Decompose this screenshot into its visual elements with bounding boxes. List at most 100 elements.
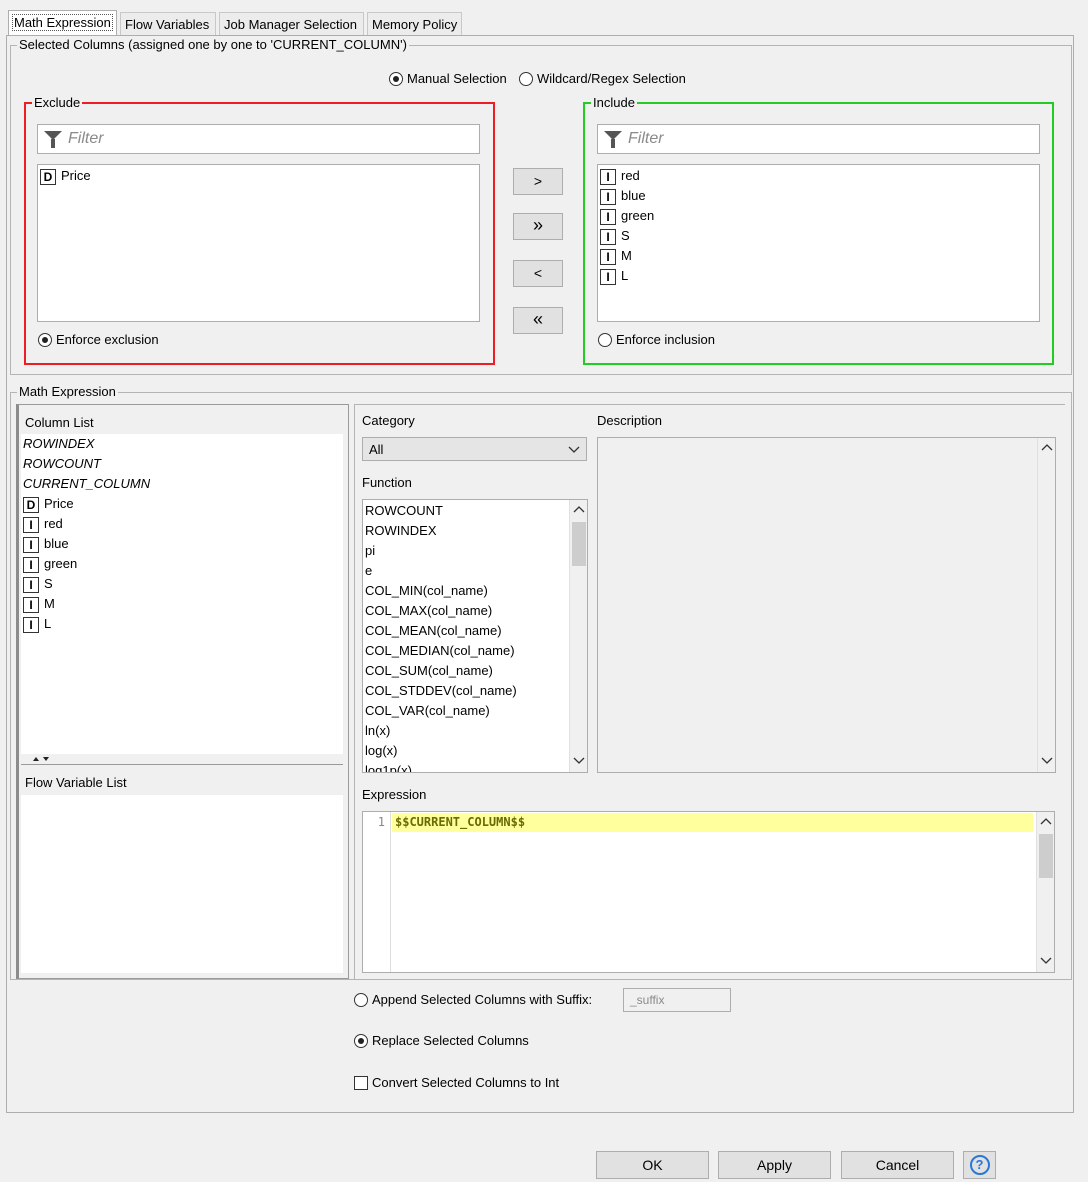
replace-columns-label: Replace Selected Columns (372, 1033, 529, 1048)
integer-type-icon: I (600, 248, 616, 265)
move-all-left-button[interactable]: « (513, 307, 563, 334)
exclude-filter-input[interactable]: Filter (37, 124, 480, 154)
tab-memory-policy[interactable]: Memory Policy (367, 12, 462, 35)
list-item[interactable]: D Price (38, 166, 479, 186)
function-item[interactable]: COL_STDDEV(col_name) (363, 681, 567, 701)
expression-editor[interactable]: 1 $$CURRENT_COLUMN$$ (362, 811, 1055, 973)
list-item[interactable]: Igreen (598, 206, 1039, 226)
function-item[interactable]: e (363, 561, 567, 581)
function-item[interactable]: ROWCOUNT (363, 501, 567, 521)
list-item-label: L (621, 268, 629, 283)
column-list[interactable]: ROWINDEX ROWCOUNT CURRENT_COLUMN D Price … (21, 434, 343, 754)
enforce-exclusion-radio[interactable]: Enforce exclusion (38, 332, 159, 347)
category-value: All (369, 442, 384, 457)
list-item-label: M (621, 248, 632, 263)
line-number: 1 (377, 815, 385, 829)
expression-line[interactable]: $$CURRENT_COLUMN$$ (392, 813, 1033, 832)
radio-indicator (38, 333, 52, 347)
scroll-up-icon[interactable] (570, 504, 587, 516)
replace-columns-radio[interactable]: Replace Selected Columns (354, 1033, 529, 1048)
function-item[interactable]: COL_MAX(col_name) (363, 601, 567, 621)
list-item[interactable]: Ired (598, 166, 1039, 186)
list-item[interactable]: IL (21, 614, 343, 634)
function-item[interactable]: log(x) (363, 741, 567, 761)
list-item[interactable]: IL (598, 266, 1039, 286)
function-items: ROWCOUNT ROWINDEX pi e COL_MIN(col_name)… (363, 501, 567, 772)
include-filter-input[interactable]: Filter (597, 124, 1040, 154)
move-all-right-button[interactable]: » (513, 213, 563, 240)
list-item[interactable]: ROWCOUNT (21, 454, 343, 474)
scroll-down-icon[interactable] (1037, 956, 1055, 968)
cancel-button[interactable]: Cancel (841, 1151, 954, 1179)
move-left-button[interactable]: < (513, 260, 563, 287)
exclude-filter-placeholder: Filter (68, 130, 104, 147)
function-item[interactable]: ROWINDEX (363, 521, 567, 541)
ok-button[interactable]: OK (596, 1151, 709, 1179)
suffix-input[interactable]: _suffix (623, 988, 731, 1012)
scroll-up-icon[interactable] (1038, 442, 1056, 454)
list-item-label: red (44, 516, 63, 531)
move-right-button[interactable]: > (513, 168, 563, 195)
category-dropdown[interactable]: All (362, 437, 587, 461)
integer-type-icon: I (600, 188, 616, 205)
function-item[interactable]: pi (363, 541, 567, 561)
wildcard-selection-radio[interactable]: Wildcard/Regex Selection (519, 71, 686, 86)
function-item[interactable]: COL_VAR(col_name) (363, 701, 567, 721)
list-item[interactable]: Iblue (21, 534, 343, 554)
function-item[interactable]: ln(x) (363, 721, 567, 741)
tab-flow-variables[interactable]: Flow Variables (120, 12, 216, 35)
tab-job-manager-selection[interactable]: Job Manager Selection (219, 12, 364, 35)
function-item[interactable]: COL_MIN(col_name) (363, 581, 567, 601)
list-item-label: green (621, 208, 655, 223)
column-list-title: Column List (25, 415, 94, 430)
exclude-list[interactable]: D Price (37, 164, 480, 322)
list-item-label: Price (61, 168, 91, 183)
apply-button[interactable]: Apply (718, 1151, 831, 1179)
list-item[interactable]: ROWINDEX (21, 434, 343, 454)
scroll-up-icon[interactable] (1037, 816, 1055, 828)
function-scrollbar[interactable] (569, 500, 587, 772)
list-item-label: M (44, 596, 55, 611)
append-suffix-label: Append Selected Columns with Suffix: (372, 992, 593, 1007)
function-item[interactable]: COL_SUM(col_name) (363, 661, 567, 681)
append-suffix-radio[interactable]: Append Selected Columns with Suffix: (354, 992, 592, 1007)
list-item[interactable]: IS (21, 574, 343, 594)
list-item[interactable]: D Price (21, 494, 343, 514)
function-item[interactable]: log1p(x) (363, 761, 567, 772)
double-type-icon: D (40, 168, 56, 185)
list-item[interactable]: IM (21, 594, 343, 614)
scroll-thumb[interactable] (1039, 834, 1053, 878)
expression-scrollbar[interactable] (1036, 812, 1054, 972)
convert-to-int-checkbox[interactable]: Convert Selected Columns to Int (354, 1075, 559, 1090)
list-item-label: blue (621, 188, 646, 203)
description-scrollbar[interactable] (1037, 438, 1055, 772)
chevron-down-icon (568, 446, 580, 453)
enforce-inclusion-radio[interactable]: Enforce inclusion (598, 332, 715, 347)
split-pane-divider[interactable] (21, 756, 343, 765)
checkbox-indicator (354, 1076, 368, 1090)
flow-variable-list[interactable] (21, 795, 343, 973)
integer-type-icon: I (23, 556, 39, 573)
manual-selection-label: Manual Selection (407, 71, 507, 86)
list-item[interactable]: Igreen (21, 554, 343, 574)
tab-math-expression[interactable]: Math Expression (8, 10, 117, 36)
function-list[interactable]: ROWCOUNT ROWINDEX pi e COL_MIN(col_name)… (362, 499, 588, 773)
manual-selection-radio[interactable]: Manual Selection (389, 71, 507, 86)
help-button[interactable]: ? (963, 1151, 996, 1179)
list-item[interactable]: IS (598, 226, 1039, 246)
scroll-down-icon[interactable] (1038, 756, 1056, 768)
scroll-down-icon[interactable] (570, 756, 587, 768)
function-item[interactable]: COL_MEDIAN(col_name) (363, 641, 567, 661)
tab-label: Job Manager Selection (224, 17, 357, 32)
include-list[interactable]: Ired Iblue Igreen IS IM IL (597, 164, 1040, 322)
include-filter-placeholder: Filter (628, 130, 664, 147)
list-item[interactable]: Iblue (598, 186, 1039, 206)
list-item[interactable]: Ired (21, 514, 343, 534)
radio-indicator (519, 72, 533, 86)
list-item[interactable]: IM (598, 246, 1039, 266)
list-item[interactable]: CURRENT_COLUMN (21, 474, 343, 494)
list-item-label: Price (44, 496, 74, 511)
category-label: Category (362, 413, 415, 428)
function-item[interactable]: COL_MEAN(col_name) (363, 621, 567, 641)
scroll-thumb[interactable] (572, 522, 586, 566)
